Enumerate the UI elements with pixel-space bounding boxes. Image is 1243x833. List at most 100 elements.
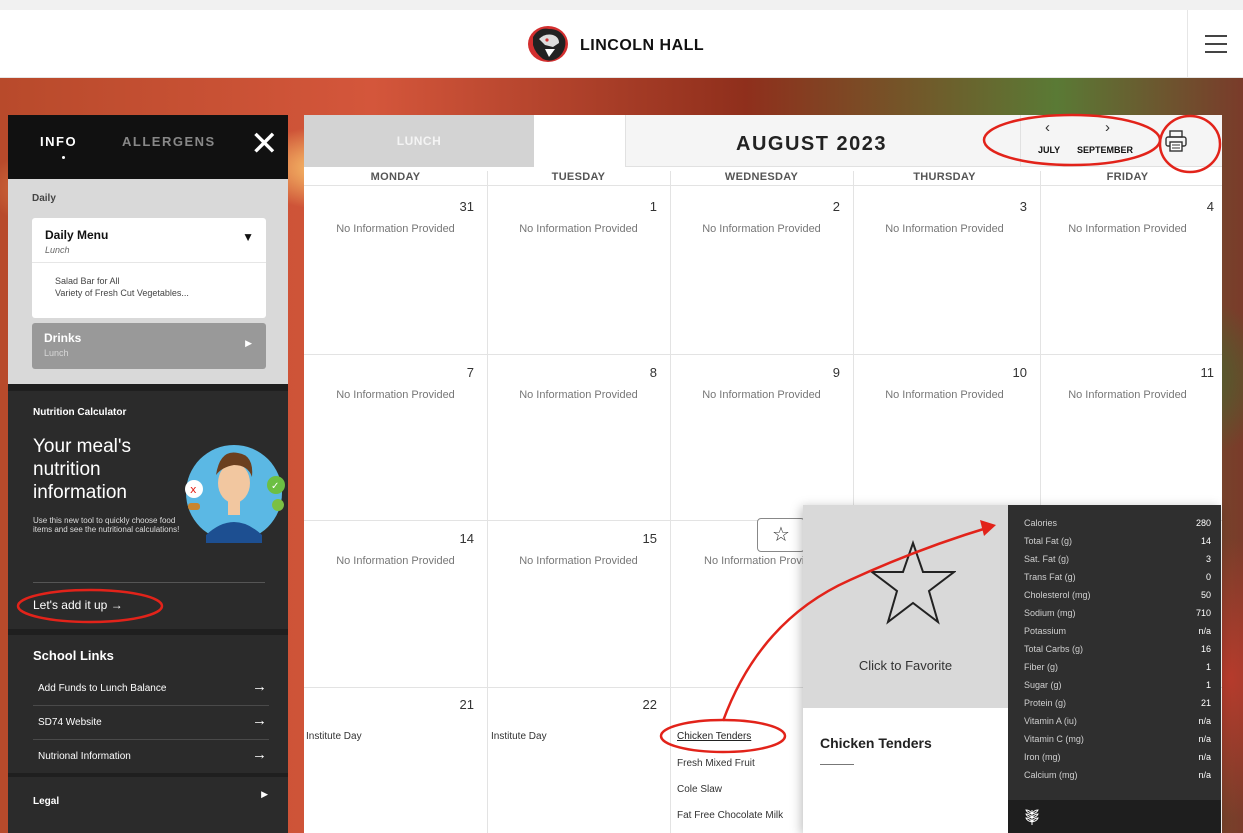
favorite-label: Click to Favorite: [858, 658, 953, 673]
arrow-right-icon: →: [252, 712, 267, 729]
daily-menu-item: Salad Bar for All: [55, 276, 120, 286]
school-links-section: School Links Add Funds to Lunch Balance …: [8, 635, 288, 773]
tab-info[interactable]: INFO: [40, 134, 77, 159]
nutrition-label: Vitamin A (iu): [1024, 716, 1077, 726]
tab-allergens[interactable]: ALLERGENS: [122, 134, 216, 149]
nutrition-row: Total Fat (g) 14: [1024, 536, 1211, 553]
day-number: 11: [1200, 365, 1215, 380]
no-info-text: No Information Provided: [519, 389, 638, 401]
sidebar-panel: INFO ALLERGENS ✕ Daily Daily Menu Lunch …: [8, 115, 288, 833]
nutrition-value: n/a: [1198, 770, 1211, 780]
grid-line: [304, 185, 1222, 186]
chevron-left-icon[interactable]: ‹: [1045, 119, 1050, 136]
link-label: Nutrional Information: [38, 751, 131, 762]
nutrition-value: 710: [1195, 608, 1211, 618]
nutrition-value: 16: [1200, 644, 1211, 654]
printer-icon[interactable]: [1164, 129, 1188, 153]
add-it-up-label: Let's add it up: [33, 598, 108, 612]
nutrition-description: Use this new tool to quickly choose food…: [33, 516, 180, 534]
institute-day-text: Institute Day: [491, 731, 547, 742]
top-strip: [0, 0, 1243, 10]
nutrition-row: Total Carbs (g) 16: [1024, 644, 1211, 661]
star-icon: ☆: [772, 524, 790, 546]
no-info-text: No Information Provided: [702, 389, 821, 401]
caret-right-icon: ▶: [261, 789, 268, 799]
item-name-underline: [820, 764, 854, 765]
jaguar-logo-icon: [528, 26, 568, 62]
grid-line: [487, 171, 488, 833]
nutrition-row: Sat. Fat (g) 3: [1024, 554, 1211, 571]
nutrition-value: 14: [1200, 536, 1211, 546]
nutrition-label: Potassium: [1024, 626, 1067, 636]
menu-item[interactable]: Cole Slaw: [677, 784, 722, 795]
svg-text:x: x: [190, 483, 197, 496]
nutrition-value: n/a: [1198, 626, 1211, 636]
daily-menu-subtitle: Lunch: [45, 245, 70, 255]
day-number: 4: [1206, 199, 1214, 214]
caret-right-icon: ▶: [245, 338, 252, 348]
grid-line: [670, 171, 671, 833]
calendar-toolbar: LUNCH AUGUST 2023 ‹ › JULY SEPTEMBER: [304, 115, 1222, 167]
next-month-button[interactable]: SEPTEMBER: [1077, 145, 1133, 155]
weekday-header: TUESDAY: [551, 171, 606, 183]
menu-item[interactable]: Fresh Mixed Fruit: [677, 758, 755, 769]
wheat-icon: [1025, 809, 1039, 825]
svg-text:✓: ✓: [271, 481, 279, 492]
no-info-text: No Information Provided: [1068, 389, 1187, 401]
item-name: Chicken Tenders: [820, 735, 932, 751]
prev-month-button[interactable]: JULY: [1038, 145, 1060, 155]
daily-menu-card[interactable]: Daily Menu Lunch ▼ Salad Bar for All Var…: [32, 218, 266, 318]
weekday-header: THURSDAY: [913, 171, 976, 183]
drinks-subtitle: Lunch: [44, 348, 69, 358]
no-info-text: No Information Provided: [702, 223, 821, 235]
link-nutritional-information[interactable]: Nutrional Information →: [33, 740, 269, 774]
link-label: SD74 Website: [38, 717, 102, 728]
arrow-right-icon: →: [252, 678, 267, 695]
nutrition-row: Sugar (g) 1: [1024, 680, 1211, 697]
weekday-header: FRIDAY: [1106, 171, 1149, 183]
caret-down-icon[interactable]: ▼: [242, 230, 254, 244]
no-info-text: No Information Provided: [885, 223, 1004, 235]
nutrition-label: Sugar (g): [1024, 680, 1062, 690]
chevron-right-icon[interactable]: ›: [1105, 119, 1110, 136]
item-detail-popup: Click to Favorite Chicken Tenders Calori…: [803, 505, 1221, 833]
close-icon[interactable]: ✕: [250, 127, 279, 161]
link-add-funds[interactable]: Add Funds to Lunch Balance →: [33, 672, 269, 706]
site-brand[interactable]: LINCOLN HALL: [580, 37, 704, 55]
nutrition-row: Vitamin C (mg) n/a: [1024, 734, 1211, 751]
arrow-right-icon: →: [110, 598, 123, 612]
school-links-heading: School Links: [33, 648, 114, 663]
tab-lunch[interactable]: LUNCH: [304, 115, 534, 167]
menu-item[interactable]: Fat Free Chocolate Milk: [677, 810, 783, 821]
month-navigation: ‹ › JULY SEPTEMBER: [1020, 115, 1150, 167]
link-label: Add Funds to Lunch Balance: [38, 683, 167, 694]
no-info-text: No Information Provided: [885, 389, 1004, 401]
drinks-card[interactable]: Drinks Lunch ▶: [32, 323, 266, 369]
nutrition-value: 0: [1205, 572, 1211, 582]
link-sd74-website[interactable]: SD74 Website →: [33, 706, 269, 740]
no-info-text: No Information Provided: [336, 223, 455, 235]
popup-footer: [1008, 800, 1221, 833]
no-info-text: No Information Provided: [519, 555, 638, 567]
legal-section[interactable]: Legal ▶: [8, 777, 288, 833]
nutrition-value: 21: [1200, 698, 1211, 708]
legal-label: Legal: [33, 796, 60, 807]
hamburger-menu-icon[interactable]: [1187, 10, 1243, 78]
weekday-header: MONDAY: [370, 171, 421, 183]
nutrition-label: Cholesterol (mg): [1024, 590, 1091, 600]
nutrition-label: Protein (g): [1024, 698, 1067, 708]
favorite-star-button[interactable]: ☆: [757, 518, 805, 552]
day-number: 9: [832, 365, 840, 380]
nutrition-row: Sodium (mg) 710: [1024, 608, 1211, 625]
nutrition-label: Iron (mg): [1024, 752, 1061, 762]
click-to-favorite-panel[interactable]: Click to Favorite: [803, 505, 1008, 708]
nutrition-row: Cholesterol (mg) 50: [1024, 590, 1211, 607]
no-info-text: No Information Provided: [704, 555, 814, 567]
day-number: 22: [642, 697, 657, 712]
nutrition-row: Trans Fat (g) 0: [1024, 572, 1211, 589]
no-info-text: No Information Provided: [1068, 223, 1187, 235]
add-it-up-link[interactable]: Let's add it up →: [33, 598, 123, 612]
menu-item-chicken-tenders[interactable]: Chicken Tenders: [677, 731, 751, 742]
no-info-text: No Information Provided: [336, 389, 455, 401]
nutrition-label: Calories: [1024, 518, 1058, 528]
